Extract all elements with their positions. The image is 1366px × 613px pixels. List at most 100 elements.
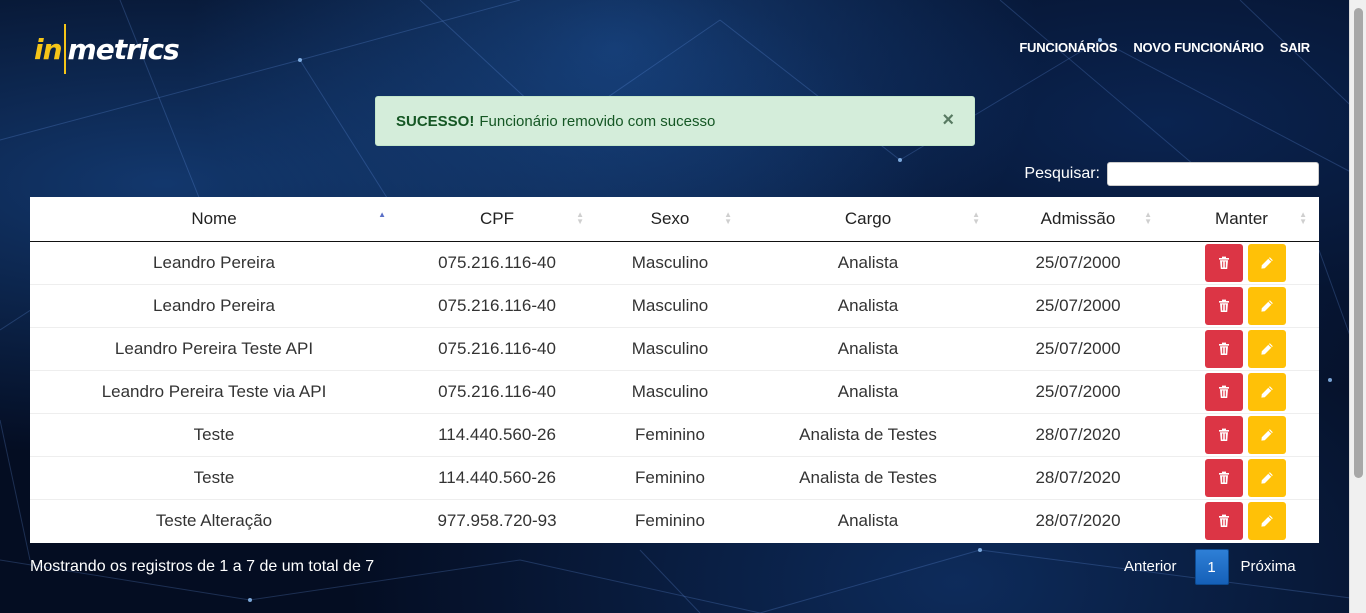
close-icon[interactable]: × [942,109,954,132]
edit-button[interactable] [1248,243,1286,282]
edit-button[interactable] [1248,286,1286,325]
column-header-admissao[interactable]: Admissão ▲ ▼ [992,197,1164,242]
prev-page-button[interactable]: Anterior [1116,549,1185,585]
row-actions [1164,372,1319,411]
column-header-sexo[interactable]: Sexo ▲ ▼ [596,197,744,242]
search-box: Pesquisar: [1024,162,1319,186]
table-row: Leandro Pereira Teste API 075.216.116-40 M… [30,326,1319,370]
pagination: Anterior 1 Próxima [1116,549,1296,585]
sort-arrows-icon: ▲ ▼ [1144,210,1152,226]
logo-metrics-text: metrics [67,32,180,66]
success-alert: SUCESSO! Funcionário removido com sucess… [375,96,975,146]
cell-admissao: 25/07/2000 [992,326,1164,370]
column-header-cargo[interactable]: Cargo ▲ ▼ [744,197,992,242]
cell-cargo: Analista de Testes [744,455,992,499]
cell-cpf: 977.958.720-93 [398,498,596,542]
edit-button[interactable] [1248,329,1286,368]
scrollbar-thumb[interactable] [1354,8,1363,478]
delete-button[interactable] [1205,329,1243,368]
trash-icon [1219,471,1229,484]
cell-manter [1164,455,1319,499]
cell-admissao: 28/07/2020 [992,455,1164,499]
column-header-cpf[interactable]: CPF ▲ ▼ [398,197,596,242]
alert-message: Funcionário removido com sucesso [479,112,716,130]
cell-manter [1164,283,1319,327]
edit-button[interactable] [1248,501,1286,540]
logo-divider [63,24,66,74]
trash-icon [1219,342,1229,355]
logo-in-text: in [34,32,63,66]
nav-funcionarios-link[interactable]: FUNCIONÁRIOS [1019,40,1117,55]
pencil-icon [1261,428,1273,441]
next-page-button[interactable]: Próxima [1241,549,1296,585]
table-row: Leandro Pereira 075.216.116-40 Masculino An… [30,283,1319,327]
cell-nome: Leandro Pereira [153,252,275,272]
table-body: Leandro Pereira 075.216.116-40 Masculino An… [30,241,1319,542]
cell-cpf: 075.216.116-40 [398,326,596,370]
cell-admissao: 25/07/2000 [992,369,1164,413]
sort-asc-icon: ▲▼ [378,210,386,219]
cell-cargo: Analista [744,326,992,370]
cell-cargo: Analista [744,283,992,327]
cell-nome: Teste [30,412,398,456]
sort-arrows-icon: ▲ ▼ [972,210,980,226]
employees-table: Nome ▲▼ CPF ▲▼ Sexo ▲▼ Cargo ▲▼ Admissão… [30,197,1319,542]
table-row: Leandro Pereira 075.216.116-40 Masculino An… [30,241,1319,284]
edit-button[interactable] [1248,372,1286,411]
delete-button[interactable] [1205,501,1243,540]
alert-title: SUCESSO! [396,112,475,130]
inmetrics-logo[interactable]: in metrics [34,24,180,74]
cell-sexo: Masculino [596,283,744,327]
cell-manter [1164,326,1319,370]
delete-button[interactable] [1205,243,1243,282]
cell-manter [1164,498,1319,542]
cell-admissao: 28/07/2020 [992,412,1164,456]
cell-admissao: 28/07/2020 [992,498,1164,542]
nav-sair-link[interactable]: SAIR [1280,40,1310,55]
column-header-manter[interactable]: Manter ▲ ▼ [1164,197,1319,242]
cell-cpf: 075.216.116-40 [398,369,596,413]
cell-nome: Teste [30,455,398,499]
page-scrollbar[interactable] [1349,0,1366,613]
cell-admissao: 25/07/2000 [992,283,1164,327]
cell-sexo: Feminino [596,498,744,542]
delete-button[interactable] [1205,415,1243,454]
nav-novo-funcionario-link[interactable]: NOVO FUNCIONÁRIO [1133,40,1264,55]
cell-cargo: Analista [837,252,899,272]
row-actions [1164,329,1319,368]
trash-icon [1219,514,1229,527]
cell-cargo: Analista [744,498,992,542]
cell-admissao: 25/07/2000 [1035,252,1121,272]
cell-sexo: Feminino [596,412,744,456]
trash-icon [1219,385,1229,398]
search-input[interactable] [1107,162,1319,186]
cell-manter [1164,369,1319,413]
cell-cpf: 114.440.560-26 [398,455,596,499]
cell-sexo: Masculino [596,369,744,413]
delete-button[interactable] [1205,372,1243,411]
table-row: Teste 114.440.560-26 Feminino Analista de T… [30,455,1319,499]
page-1-button[interactable]: 1 [1194,549,1229,585]
delete-button[interactable] [1205,286,1243,325]
column-header-nome[interactable]: Nome ▲▼ [30,197,398,242]
cell-cpf: 075.216.116-40 [438,252,556,272]
pencil-icon [1261,514,1273,527]
delete-button[interactable] [1205,458,1243,497]
sort-arrows-icon: ▲ ▼ [1299,210,1307,226]
sort-arrows-icon: ▲ ▼ [576,210,584,226]
cell-cargo: Analista [744,369,992,413]
edit-button[interactable] [1248,458,1286,497]
cell-cpf: 075.216.116-40 [398,283,596,327]
pencil-icon [1261,299,1273,312]
row-actions [1164,286,1319,325]
cell-sexo: Feminino [596,455,744,499]
pencil-icon [1261,256,1273,269]
cell-nome: Leandro Pereira [30,283,398,327]
cell-cargo: Analista de Testes [744,412,992,456]
cell-cpf: 114.440.560-26 [398,412,596,456]
row-actions [1164,243,1319,282]
cell-manter [1164,241,1319,284]
top-nav: FUNCIONÁRIOS NOVO FUNCIONÁRIO SAIR [1019,40,1310,55]
edit-button[interactable] [1248,415,1286,454]
cell-nome: Leandro Pereira Teste API [30,326,398,370]
